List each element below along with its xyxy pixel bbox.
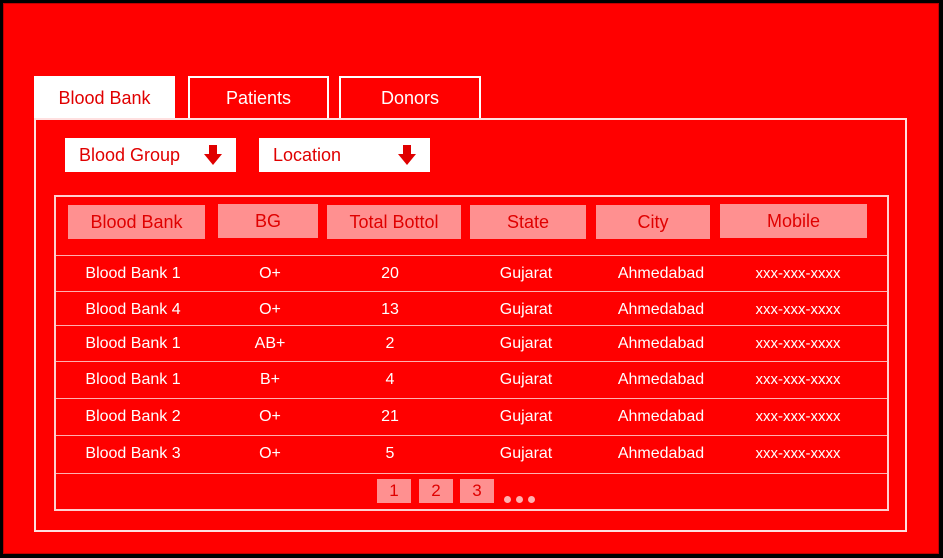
- row-divider: [56, 473, 887, 474]
- column-header-state[interactable]: State: [470, 205, 586, 239]
- table-cell: Blood Bank 1: [85, 265, 181, 282]
- table-cell: Blood Bank 3: [85, 445, 181, 462]
- table-cell: Gujarat: [499, 408, 553, 425]
- row-divider: [56, 291, 887, 292]
- tab-label: Blood Bank: [58, 87, 151, 108]
- table-cell: O+: [259, 445, 281, 462]
- table-cell: Gujarat: [499, 371, 553, 388]
- table-cell: Blood Bank 4: [85, 301, 181, 318]
- table-cell: 13: [381, 301, 399, 318]
- column-header-label: Mobile: [766, 210, 821, 231]
- table-cell: Ahmedabad: [617, 265, 705, 282]
- table-cell: xxx-xxx-xxxx: [755, 445, 841, 462]
- table-cell: xxx-xxx-xxxx: [755, 265, 841, 282]
- table-cell: Blood Bank 1: [85, 371, 181, 388]
- table-cell: Ahmedabad: [617, 408, 705, 425]
- table-cell: xxx-xxx-xxxx: [755, 408, 841, 425]
- table-cell: O+: [259, 301, 281, 318]
- table-cell: 5: [385, 445, 395, 462]
- table-cell: Blood Bank 2: [85, 408, 181, 425]
- page-3-button[interactable]: 3: [460, 479, 494, 503]
- table-cell: 20: [381, 265, 399, 282]
- tab-patients[interactable]: Patients: [188, 76, 329, 118]
- location-dropdown[interactable]: Location: [259, 138, 430, 172]
- table-cell: B+: [259, 371, 281, 388]
- table-cell: O+: [259, 265, 281, 282]
- location-label: Location: [273, 144, 342, 165]
- row-divider: [56, 435, 887, 436]
- column-header-label: State: [506, 211, 550, 232]
- page-number: 3: [472, 481, 482, 500]
- table-cell: Ahmedabad: [617, 301, 705, 318]
- blood-bank-table: [54, 195, 889, 511]
- arrow-down-icon: [204, 145, 222, 165]
- page-2-button[interactable]: 2: [419, 479, 453, 503]
- row-divider: [56, 255, 887, 256]
- table-cell: Gujarat: [499, 335, 553, 352]
- row-divider: [56, 325, 887, 326]
- page-number: 1: [389, 481, 399, 500]
- table-cell: Blood Bank 1: [85, 335, 181, 352]
- table-cell: Gujarat: [499, 301, 553, 318]
- page-number: 2: [431, 481, 441, 500]
- table-cell: Ahmedabad: [617, 335, 705, 352]
- tab-blood-bank[interactable]: Blood Bank: [34, 76, 175, 120]
- column-header-mobile[interactable]: Mobile: [720, 204, 867, 238]
- tab-label: Patients: [225, 87, 292, 108]
- tab-label: Donors: [380, 87, 440, 108]
- column-header-total-bottol[interactable]: Total Bottol: [327, 205, 461, 239]
- arrow-down-icon: [398, 145, 416, 165]
- table-cell: Ahmedabad: [617, 445, 705, 462]
- table-cell: Gujarat: [499, 265, 553, 282]
- table-cell: xxx-xxx-xxxx: [755, 371, 841, 388]
- table-cell: Gujarat: [499, 445, 553, 462]
- table-cell: AB+: [254, 335, 286, 352]
- row-divider: [56, 361, 887, 362]
- blood-group-dropdown[interactable]: Blood Group: [65, 138, 236, 172]
- column-header-blood-bank[interactable]: Blood Bank: [68, 205, 205, 239]
- column-header-city[interactable]: City: [596, 205, 710, 239]
- row-divider: [56, 398, 887, 399]
- table-cell: O+: [259, 408, 281, 425]
- table-cell: Ahmedabad: [617, 371, 705, 388]
- column-header-label: BG: [254, 210, 281, 231]
- table-cell: xxx-xxx-xxxx: [755, 301, 841, 318]
- column-header-bg[interactable]: BG: [218, 204, 318, 238]
- column-header-label: City: [637, 211, 669, 232]
- table-cell: 21: [381, 408, 399, 425]
- table-cell: 2: [385, 335, 395, 352]
- blood-group-label: Blood Group: [79, 144, 181, 165]
- column-header-label: Total Bottol: [349, 211, 439, 232]
- table-cell: 4: [385, 371, 395, 388]
- tab-donors[interactable]: Donors: [339, 76, 481, 118]
- ellipsis-icon[interactable]: [504, 496, 535, 503]
- page-1-button[interactable]: 1: [377, 479, 411, 503]
- column-header-label: Blood Bank: [90, 211, 183, 232]
- table-cell: xxx-xxx-xxxx: [755, 335, 841, 352]
